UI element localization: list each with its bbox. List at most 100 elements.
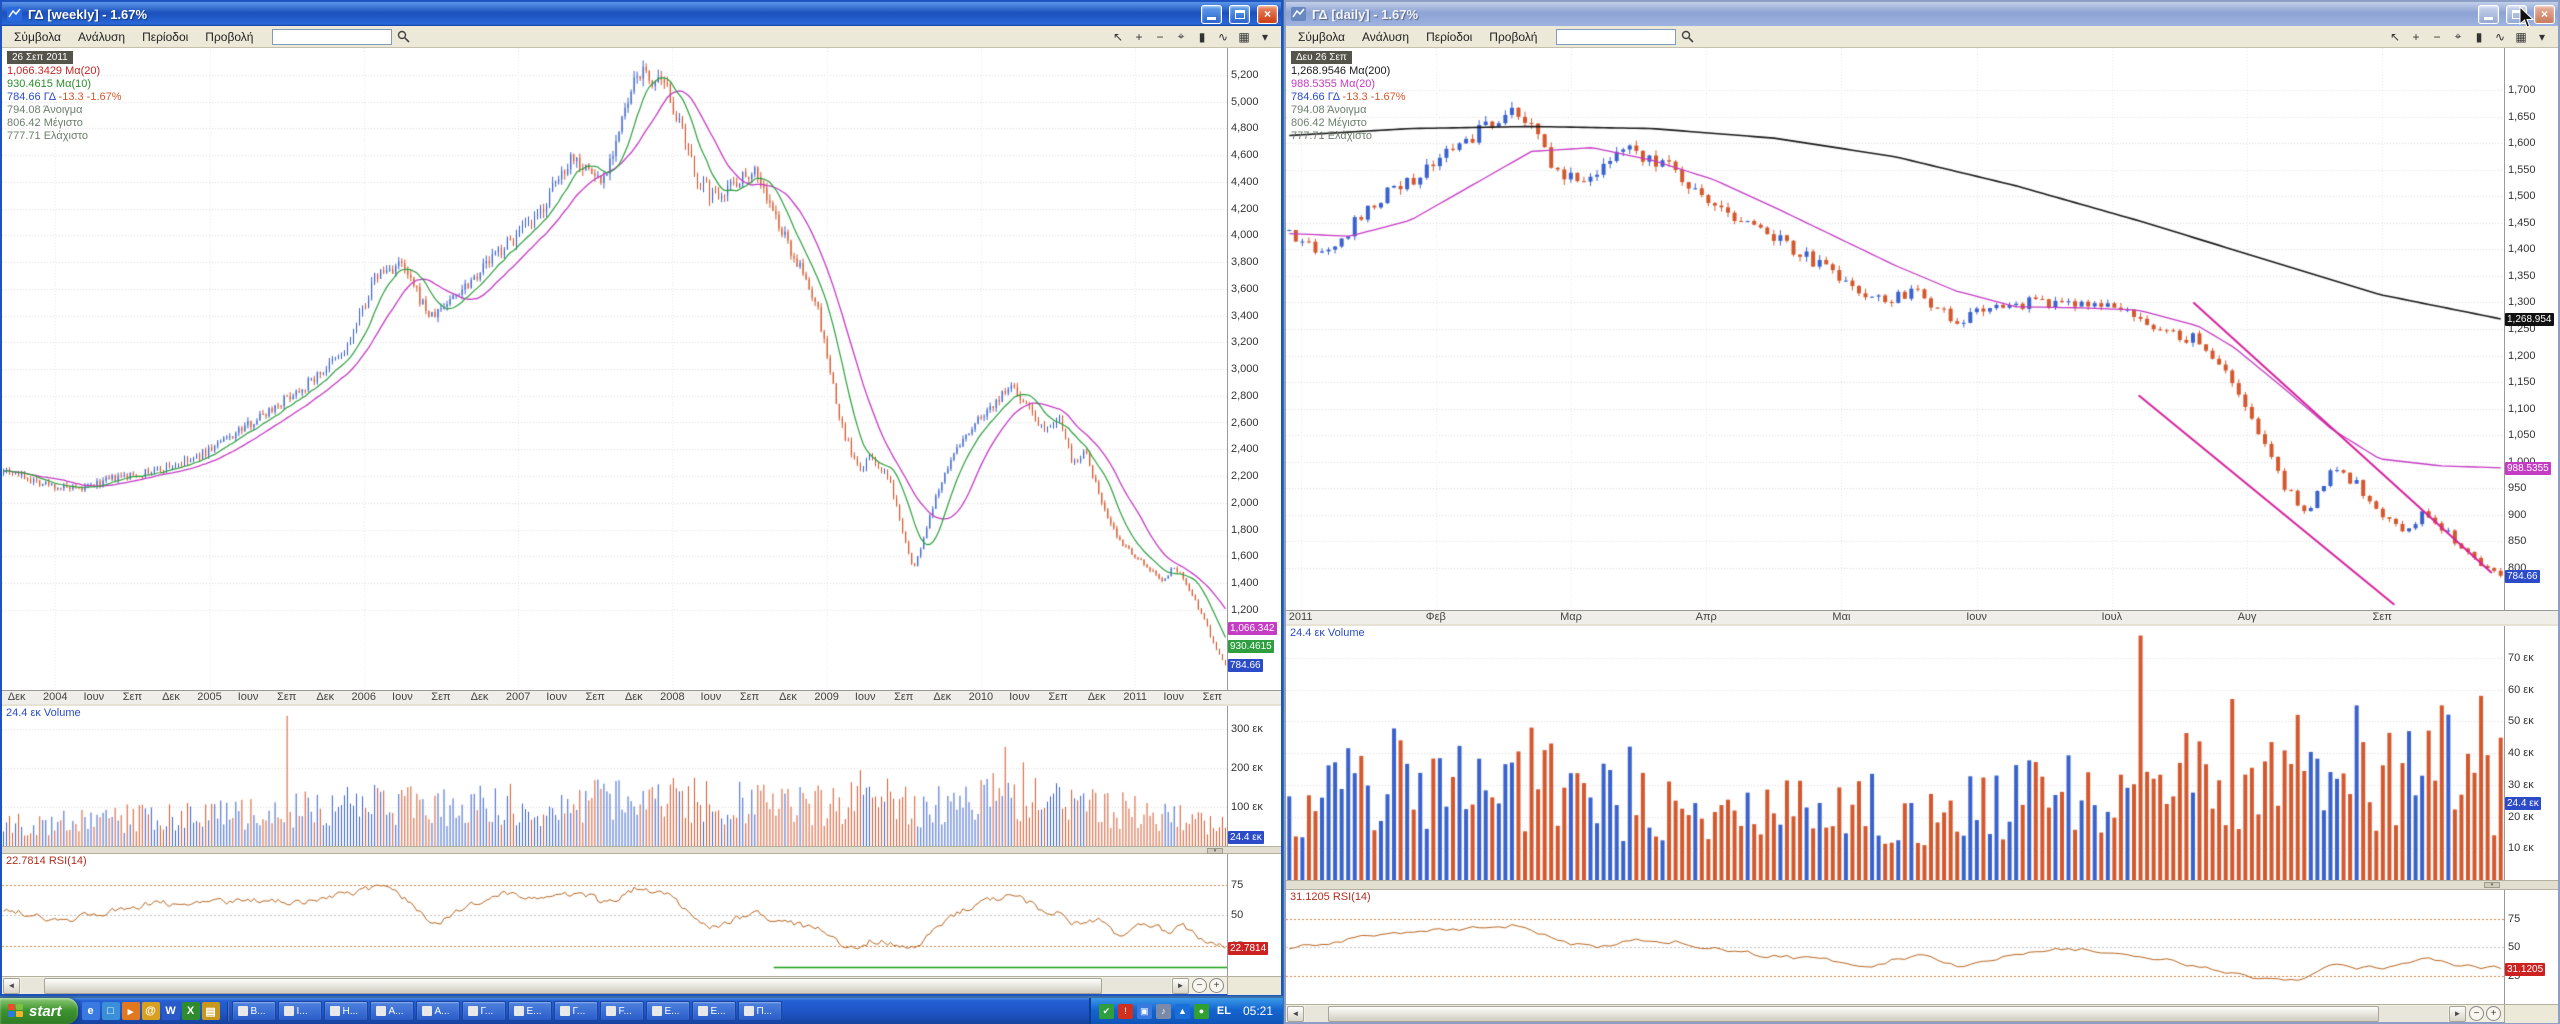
taskbar-task-button[interactable]: A... [416,1001,460,1021]
grid-icon[interactable]: ▦ [2511,28,2531,46]
taskbar-task-button[interactable]: H... [324,1001,368,1021]
line-chart-icon[interactable]: ∿ [2490,28,2510,46]
rsi-label: 31.1205 RSI(14) [1290,891,1371,903]
zoom-out-button[interactable]: − [1192,978,1207,993]
network-icon[interactable]: ▣ [1137,1004,1152,1019]
menu-symbols[interactable]: Σύμβολα [1290,28,1353,46]
language-indicator[interactable]: EL [1214,1005,1234,1017]
taskbar-task-button[interactable]: F... [600,1001,644,1021]
menu-view[interactable]: Προβολή [197,28,261,46]
dropdown-icon[interactable]: ▾ [1255,28,1275,46]
pane-separator[interactable]: ▾ [1286,880,2558,890]
alert-icon[interactable]: ! [1118,1004,1133,1019]
scroll-left-button[interactable]: ◄ [1287,1006,1304,1022]
horizontal-scrollbar[interactable]: ◄ ►−+ [2,976,1281,994]
task-button-label: Π... [757,1006,773,1017]
scrollbar-track[interactable] [21,978,1171,994]
grid-icon[interactable]: ▦ [1234,28,1254,46]
menu-view[interactable]: Προβολή [1481,28,1545,46]
pointer-icon[interactable]: ↖ [2385,28,2405,46]
menu-periods[interactable]: Περίοδοι [1418,28,1480,46]
task-button-label: A... [389,1006,404,1017]
time-axis-label: Αυγ [2238,611,2257,624]
symbol-input[interactable] [272,29,392,45]
media-player-icon[interactable]: ▸ [122,1002,140,1020]
horizontal-scrollbar[interactable]: ◄ ►−+ [1286,1004,2558,1022]
scroll-right-button[interactable]: ► [1172,978,1189,994]
task-button-label: Γ... [481,1006,494,1017]
menu-periods[interactable]: Περίοδοι [134,28,196,46]
rsi-canvas[interactable] [1286,890,2504,1004]
volume-canvas[interactable] [1286,626,2504,880]
taskbar-task-button[interactable]: E... [508,1001,552,1021]
price-canvas[interactable] [2,48,1227,690]
zoom-in-button[interactable]: + [1209,978,1224,993]
candlestick-icon[interactable]: ▮ [1192,28,1212,46]
time-axis: 2011ΦεβΜαρΑπρΜαιΙουνΙουλΑυγΣεπ [1286,610,2558,624]
time-axis-label: 2010 [969,691,993,704]
symbol-input[interactable] [1556,29,1676,45]
messenger-icon[interactable]: ● [1194,1004,1209,1019]
scroll-left-button[interactable]: ◄ [3,978,20,994]
scroll-right-button[interactable]: ► [2449,1006,2466,1022]
zoom-in-button[interactable]: + [2486,1006,2501,1021]
line-chart-icon[interactable]: ∿ [1213,28,1233,46]
taskbar-task-button[interactable]: Γ... [554,1001,598,1021]
candlestick-icon[interactable]: ▮ [2469,28,2489,46]
symbol-search-icon[interactable] [1677,28,1697,46]
clock[interactable]: 05:21 [1239,1004,1273,1018]
maximize-button[interactable] [1229,5,1250,24]
show-desktop-icon[interactable]: □ [102,1002,120,1020]
close-button[interactable]: × [1257,5,1278,24]
taskbar-task-button[interactable]: Γ... [462,1001,506,1021]
taskbar-task-button[interactable]: B... [232,1001,276,1021]
outlook-icon[interactable]: @ [142,1002,160,1020]
excel-icon[interactable]: X [182,1002,200,1020]
pointer-icon[interactable]: ↖ [1108,28,1128,46]
crosshair-icon[interactable]: ⌖ [2448,28,2468,46]
taskbar-task-button[interactable]: A... [370,1001,414,1021]
scrollbar-thumb[interactable] [44,978,1102,994]
chart-area-daily: 8008509009501,0001,0501,1001,1501,2001,2… [1286,48,2558,1022]
start-button[interactable]: start [0,998,78,1024]
folder-icon[interactable]: ▤ [202,1002,220,1020]
dropdown-icon[interactable]: ▾ [2532,28,2552,46]
zoom-out-button[interactable]: − [2469,1006,2484,1021]
taskbar-task-button[interactable]: E... [692,1001,736,1021]
zoom-out-icon[interactable]: − [2427,28,2447,46]
window-title: ΓΔ [weekly] - 1.67% [28,7,1194,22]
volume-icon[interactable]: ♪ [1156,1004,1171,1019]
symbol-search-icon[interactable] [393,28,413,46]
menu-analysis[interactable]: Ανάλυση [1354,28,1417,46]
task-button-icon [652,1006,662,1016]
volume-tick-label: 20 εκ [2508,812,2534,823]
pane-collapse-button[interactable]: ▾ [2484,882,2500,888]
price-tick-label: 5,000 [1231,97,1259,108]
taskbar-task-button[interactable]: Π... [738,1001,782,1021]
internet-explorer-icon[interactable]: e [82,1002,100,1020]
zoom-in-icon[interactable]: + [1129,28,1149,46]
rsi-canvas[interactable] [2,854,1227,976]
word-icon[interactable]: W [162,1002,180,1020]
taskbar-task-button[interactable]: I... [278,1001,322,1021]
price-canvas[interactable] [1286,48,2504,610]
time-axis-label: Ιουλ [2101,611,2122,624]
menu-analysis[interactable]: Ανάλυση [70,28,133,46]
scrollbar-track[interactable] [1305,1006,2448,1022]
crosshair-icon[interactable]: ⌖ [1171,28,1191,46]
antivirus-icon[interactable]: ✔ [1099,1004,1114,1019]
time-axis-label: Ιουν [1009,691,1030,704]
zoom-out-icon[interactable]: − [1150,28,1170,46]
minimize-button[interactable] [1201,5,1222,24]
titlebar-weekly[interactable]: ΓΔ [weekly] - 1.67% × [2,2,1281,26]
titlebar-daily[interactable]: ΓΔ [daily] - 1.67% × [1286,2,2558,26]
pane-separator[interactable]: ▾ [2,846,1281,854]
minimize-button[interactable] [2478,5,2499,24]
price-pane: 1,2001,4001,6001,8002,0002,2002,4002,600… [2,48,1281,690]
taskbar-task-button[interactable]: E... [646,1001,690,1021]
zoom-in-icon[interactable]: + [2406,28,2426,46]
scrollbar-thumb[interactable] [1328,1006,2380,1022]
volume-canvas[interactable] [2,706,1227,846]
chart-app-icon[interactable]: ▲ [1175,1004,1190,1019]
menu-symbols[interactable]: Σύμβολα [6,28,69,46]
